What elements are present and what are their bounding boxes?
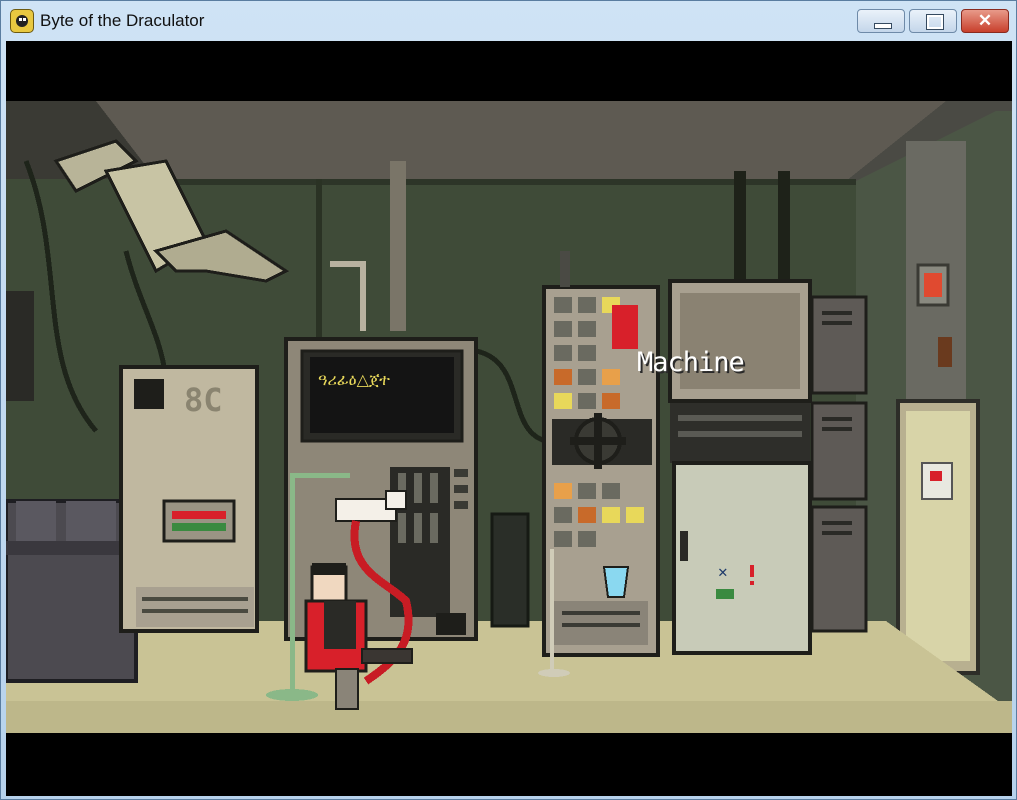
minimize-icon (874, 23, 892, 29)
red-wall-light[interactable] (924, 273, 942, 297)
svg-text:✕: ✕ (718, 562, 728, 581)
close-button[interactable]: ✕ (961, 9, 1009, 33)
hotspot-hover-label: Machine (637, 347, 745, 378)
minimize-button[interactable] (857, 9, 905, 33)
window-title: Byte of the Draculator (40, 11, 205, 30)
glass-flask[interactable] (602, 566, 630, 598)
console-screen-text: ዓሪፊዕ△ጀተ (318, 370, 390, 389)
fridge-handle[interactable] (680, 531, 688, 561)
close-icon: ✕ (977, 11, 993, 30)
lamp-stand (550, 549, 554, 673)
maximize-button[interactable] (909, 9, 957, 33)
ceiling-pipe (390, 161, 406, 331)
machine[interactable] (542, 251, 660, 657)
iv-pole[interactable] (290, 473, 295, 693)
computer-cabinet-8c[interactable]: 8C (119, 365, 259, 633)
title-bar[interactable]: Byte of the Draculator ✕ (1, 1, 1016, 39)
couch[interactable] (6, 499, 138, 683)
red-hourglass-light[interactable] (612, 305, 638, 349)
game-window: Byte of the Draculator ✕ 8C ዓሪፊዕ△ጀተ ✕ Ma… (0, 0, 1017, 800)
fridge[interactable] (672, 461, 812, 655)
maximize-icon (926, 14, 944, 30)
dracula-face-icon (10, 9, 34, 33)
readout-8c: 8C (184, 381, 223, 419)
wall-stain (938, 337, 952, 367)
lab-scene[interactable]: 8C ዓሪፊዕ△ጀተ ✕ (6, 101, 1012, 733)
server-rack-bottom[interactable] (810, 505, 868, 633)
game-viewport[interactable]: 8C ዓሪፊዕ△ጀተ ✕ Machine (6, 41, 1012, 796)
